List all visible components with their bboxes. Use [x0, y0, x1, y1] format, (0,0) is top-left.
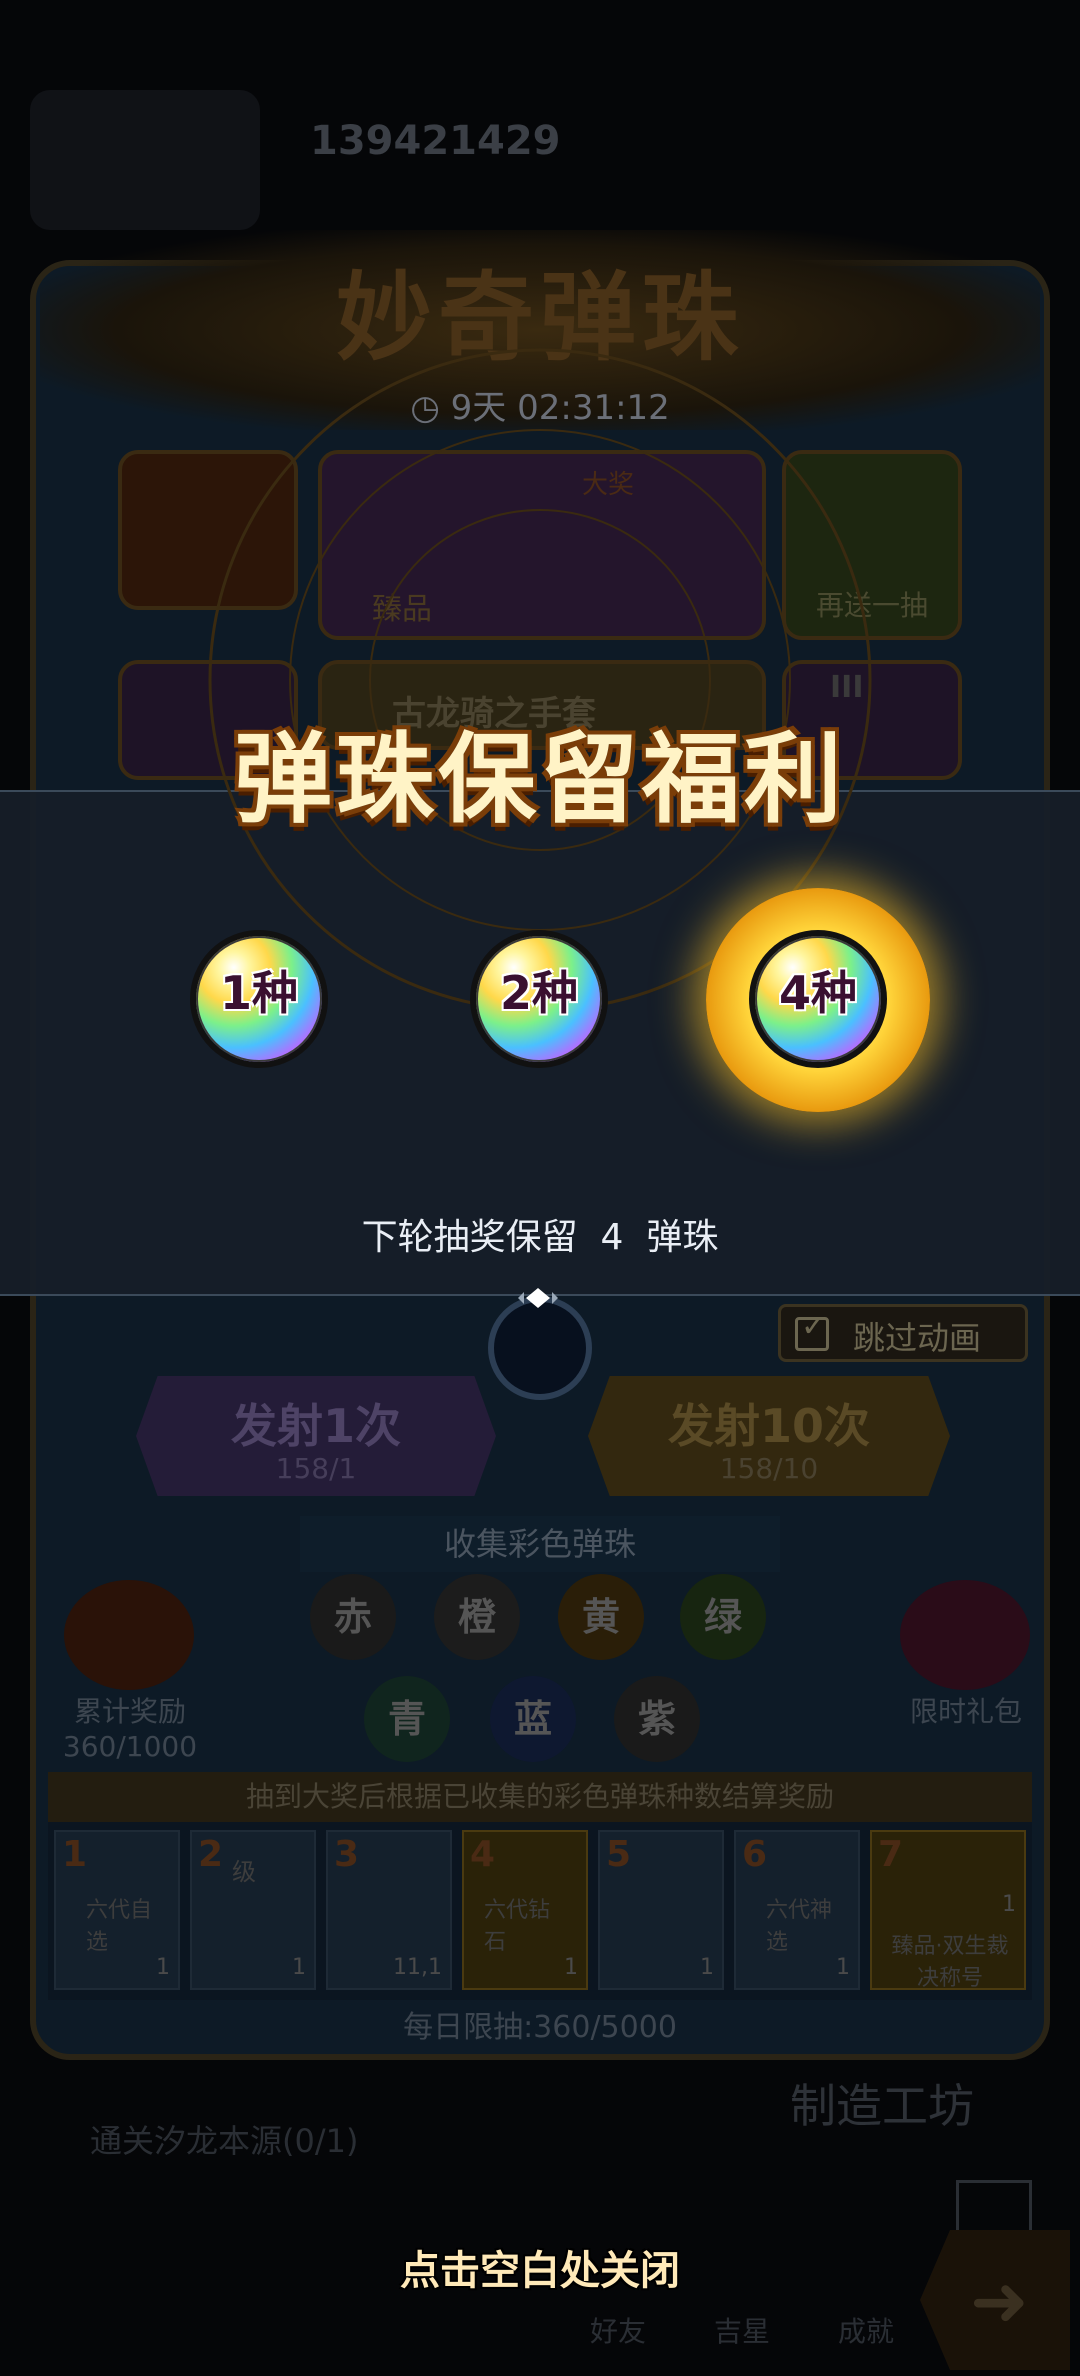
tap-blank-to-close-hint[interactable]: 点击空白处关闭	[0, 2238, 1080, 2296]
reward-slot-count: 1	[292, 1955, 306, 1980]
option-4-kinds-selected[interactable]: 4种	[749, 930, 887, 1068]
skip-animation-label: 跳过动画	[853, 1319, 982, 1357]
next-round-retention-text: 下轮抽奖保留 4 弹珠	[361, 1217, 719, 1258]
fire-once-button[interactable]: 发射1次 158/1	[136, 1376, 496, 1496]
reward-slot-number: 5	[606, 1834, 632, 1875]
fire-ten-label: 发射10次	[667, 1399, 870, 1453]
fire-ten-button[interactable]: 发射10次 158/10	[588, 1376, 950, 1496]
color-orb-red: 赤	[310, 1574, 396, 1660]
gift-box-icon	[900, 1580, 1030, 1690]
daily-limit: 每日限抽:360/5000	[403, 2010, 677, 2045]
reward-slot-number: 6	[742, 1834, 768, 1875]
magic-circle-inner	[289, 429, 791, 931]
mail-icon	[956, 2180, 1032, 2236]
marble-launcher	[488, 1296, 592, 1400]
popup-title: 弹珠保留福利	[233, 723, 846, 837]
color-orb-purple: 紫	[614, 1676, 700, 1762]
reward-slot[interactable]: 2级 1	[190, 1830, 316, 1990]
workshop-label[interactable]: 制造工坊	[790, 2070, 974, 2136]
reward-slot[interactable]: 51	[598, 1830, 724, 1990]
guild-logo	[30, 90, 260, 230]
reward-slot-number: 1	[62, 1834, 88, 1875]
color-orb-cyan: 青	[364, 1676, 450, 1762]
lucky-star-button[interactable]: 吉星	[714, 2310, 770, 2350]
reward-slot-count: 1	[836, 1955, 850, 1980]
limited-gift-label: 限时礼包	[909, 1695, 1022, 1728]
player-id: 139421429	[310, 118, 561, 164]
reward-slot[interactable]: 1 六代自选 1	[54, 1830, 180, 1990]
friends-button[interactable]: 好友	[590, 2310, 646, 2350]
color-orb-blue: 蓝	[490, 1676, 576, 1762]
reward-strip-header: 抽到大奖后根据已收集的彩色弹珠种数结算奖励	[48, 1772, 1032, 1822]
diamond-ornament-icon	[518, 1288, 558, 1308]
option-2-kinds[interactable]: 2种	[470, 930, 608, 1068]
collect-marbles-title: 收集彩色弹珠	[300, 1516, 780, 1572]
fire-once-cost: 158/1	[275, 1452, 357, 1485]
reward-slot-number: 7	[878, 1834, 904, 1875]
reward-slot-grand[interactable]: 7 臻品·双生裁决称号 1	[870, 1830, 1026, 1991]
cumulative-reward-value: 360/1000	[62, 1730, 198, 1763]
reward-slot-number: 4	[470, 1834, 496, 1875]
reward-slot-current[interactable]: 4 六代钻石 1	[462, 1830, 588, 1990]
treasure-chest-icon	[64, 1580, 194, 1690]
color-orb-yellow: 黄	[558, 1574, 644, 1660]
reward-slot-count: 1	[1002, 1892, 1016, 1917]
reward-slot-count: 1	[156, 1955, 170, 1980]
achievement-button[interactable]: 成就	[838, 2310, 894, 2350]
skip-animation-toggle[interactable]: ✓ 跳过动画	[778, 1304, 1028, 1362]
reward-slot-text: 级	[232, 1858, 256, 1886]
friends-label: 好友	[590, 2315, 647, 2348]
quest-text[interactable]: 通关汐龙本源(0/1)	[90, 2116, 358, 2162]
reward-slot-number: 2	[198, 1834, 224, 1875]
color-orb-orange: 橙	[434, 1574, 520, 1660]
reward-slot-number: 3	[334, 1834, 360, 1875]
color-orb-green: 绿	[680, 1574, 766, 1660]
limited-gift-button[interactable]: 限时礼包	[876, 1580, 1056, 1730]
check-icon: ✓	[801, 1309, 827, 1344]
cumulative-reward-button[interactable]: 累计奖励 360/1000	[40, 1580, 220, 1763]
reward-slot-text: 六代神选	[766, 1898, 833, 1955]
fire-ten-cost: 158/10	[719, 1452, 819, 1485]
reward-slot-text: 六代自选	[86, 1898, 153, 1955]
option-2-label: 2种	[499, 966, 578, 1020]
reward-slot-count: 1	[564, 1955, 578, 1980]
option-1-kind[interactable]: 1种	[190, 930, 328, 1068]
option-4-label: 4种	[778, 966, 857, 1020]
reward-slot[interactable]: 6 六代神选 1	[734, 1830, 860, 1990]
fire-once-label: 发射1次	[230, 1399, 401, 1453]
achievement-label: 成就	[838, 2315, 895, 2348]
option-1-label: 1种	[219, 966, 298, 1020]
cumulative-reward-label: 累计奖励	[73, 1695, 186, 1728]
reward-slot[interactable]: 3 11,1	[326, 1830, 452, 1990]
reward-slot-count: 1	[700, 1955, 714, 1980]
lucky-star-label: 吉星	[714, 2315, 771, 2348]
reward-slot-text: 臻品·双生裁决称号	[891, 1934, 1009, 1991]
reward-slot-count: 11,1	[393, 1955, 442, 1980]
reward-slot-text: 六代钻石	[484, 1898, 551, 1955]
